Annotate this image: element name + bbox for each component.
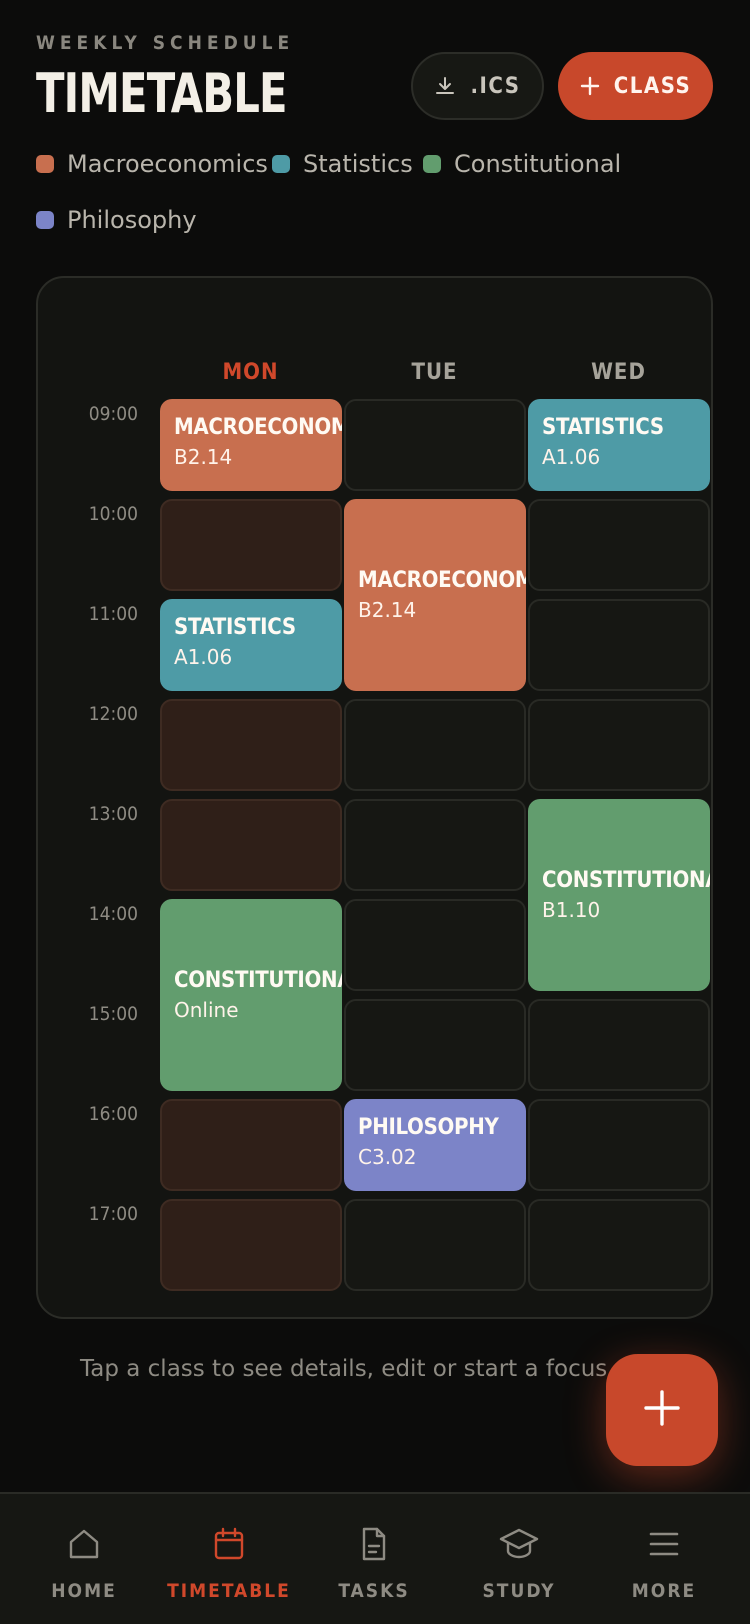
class-room: A1.06 [542, 445, 601, 469]
plus-icon [643, 1389, 681, 1431]
day-header-tue: TUE [411, 360, 458, 385]
time-label: 17:00 [88, 1203, 138, 1225]
nav-item-study[interactable]: STUDY [444, 1526, 594, 1602]
class-block[interactable]: CONSTITUTIONAL B1.10 [528, 799, 710, 991]
legend-item-macroeconomics: Macroeconomics [36, 150, 268, 178]
empty-slot[interactable] [528, 699, 710, 791]
class-room: Online [174, 998, 239, 1022]
hint-container: Tap a class to see details, edit or star… [0, 1340, 610, 1400]
home-icon [66, 1526, 102, 1566]
class-room: B2.14 [358, 598, 417, 622]
legend-dot [272, 155, 290, 173]
time-label: 13:00 [88, 803, 138, 825]
page-overline: WEEKLY SCHEDULE [36, 32, 295, 54]
empty-slot[interactable] [344, 799, 526, 891]
download-icon [434, 75, 456, 97]
class-name: CONSTITUTIONAL [542, 868, 710, 893]
empty-slot[interactable] [344, 899, 526, 991]
class-block[interactable]: CONSTITUTIONAL Online [160, 899, 342, 1091]
legend-item-philosophy: Philosophy [36, 206, 197, 234]
class-room: A1.06 [174, 645, 233, 669]
time-label: 11:00 [88, 603, 138, 625]
nav-item-home[interactable]: HOME [9, 1526, 159, 1602]
class-name: MACROECONOMICS [174, 415, 342, 440]
bottom-nav: HOME TIMETABLE TASKS STUDY MORE [0, 1492, 750, 1624]
class-name: STATISTICS [174, 615, 296, 640]
add-fab-button[interactable] [606, 1354, 718, 1466]
export-ics-label: .ICS [470, 73, 521, 99]
empty-slot[interactable] [528, 1099, 710, 1191]
class-name: MACROECONOMICS [358, 568, 526, 593]
graduation-cap-icon [499, 1526, 539, 1566]
nav-item-tasks[interactable]: TASKS [299, 1526, 449, 1602]
time-label: 12:00 [88, 703, 138, 725]
empty-slot[interactable] [344, 699, 526, 791]
nav-label: STUDY [482, 1580, 556, 1602]
nav-item-more[interactable]: MORE [589, 1526, 739, 1602]
class-block[interactable]: PHILOSOPHY C3.02 [344, 1099, 526, 1191]
timetable-screen: WEEKLY SCHEDULE TIMETABLE .ICS CLASS Mac… [0, 0, 750, 1624]
empty-slot[interactable] [528, 599, 710, 691]
hint-text: Tap a class to see details, edit or star… [80, 1356, 610, 1382]
empty-slot[interactable] [344, 999, 526, 1091]
empty-slot[interactable] [528, 999, 710, 1091]
document-icon [356, 1526, 392, 1566]
timetable-grid: MON TUE WED 09:00 10:00 11:00 12:00 13:00 14:… [36, 276, 713, 1319]
legend-item-statistics: Statistics [272, 150, 413, 178]
class-block[interactable]: MACROECONOMICS B2.14 [344, 499, 526, 691]
time-label: 14:00 [88, 903, 138, 925]
legend-label: Statistics [303, 150, 413, 178]
legend-dot [423, 155, 441, 173]
class-name: PHILOSOPHY [358, 1115, 499, 1140]
empty-slot[interactable] [344, 399, 526, 491]
empty-slot[interactable] [528, 1199, 710, 1291]
add-class-button[interactable]: CLASS [558, 52, 713, 120]
nav-label: TIMETABLE [167, 1580, 291, 1602]
time-label: 09:00 [88, 403, 138, 425]
legend-item-constitutional: Constitutional [423, 150, 621, 178]
empty-slot[interactable] [344, 1199, 526, 1291]
time-label: 16:00 [88, 1103, 138, 1125]
empty-slot[interactable] [160, 799, 342, 891]
page-title: TIMETABLE [36, 62, 288, 125]
legend-label: Constitutional [454, 150, 622, 178]
empty-slot[interactable] [160, 1199, 342, 1291]
time-label: 10:00 [88, 503, 138, 525]
nav-label: HOME [51, 1580, 117, 1602]
menu-icon [646, 1526, 682, 1566]
class-block[interactable]: MACROECONOMICS B2.14 [160, 399, 342, 491]
empty-slot[interactable] [160, 1099, 342, 1191]
legend-label: Macroeconomics [67, 150, 268, 178]
class-name: STATISTICS [542, 415, 664, 440]
legend-dot [36, 211, 54, 229]
nav-item-timetable[interactable]: TIMETABLE [154, 1526, 304, 1602]
nav-label: TASKS [338, 1580, 410, 1602]
class-room: B1.10 [542, 898, 601, 922]
empty-slot[interactable] [160, 499, 342, 591]
calendar-icon [211, 1526, 247, 1566]
nav-label: MORE [631, 1580, 697, 1602]
add-class-label: CLASS [613, 73, 692, 99]
class-room: B2.14 [174, 445, 233, 469]
empty-slot[interactable] [160, 699, 342, 791]
day-header-wed: WED [591, 360, 646, 385]
plus-icon [580, 76, 600, 96]
legend-dot [36, 155, 54, 173]
class-room: C3.02 [358, 1145, 417, 1169]
empty-slot[interactable] [528, 499, 710, 591]
class-block[interactable]: STATISTICS A1.06 [528, 399, 710, 491]
class-name: CONSTITUTIONAL [174, 968, 342, 993]
day-header-mon: MON [222, 360, 279, 385]
legend-label: Philosophy [67, 206, 197, 234]
class-block[interactable]: STATISTICS A1.06 [160, 599, 342, 691]
time-label: 15:00 [88, 1003, 138, 1025]
export-ics-button[interactable]: .ICS [411, 52, 544, 120]
